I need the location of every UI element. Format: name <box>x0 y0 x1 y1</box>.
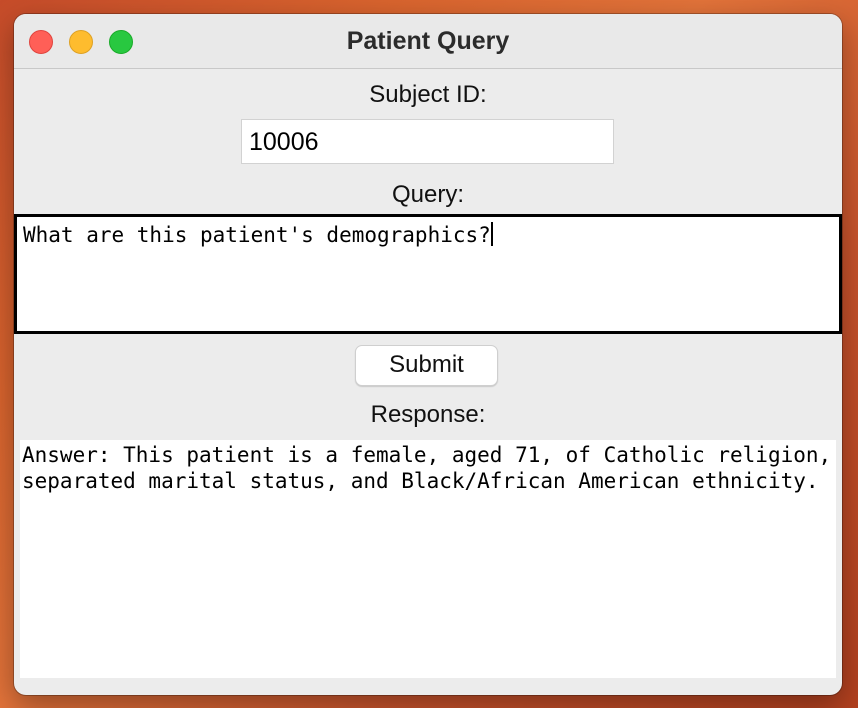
subject-id-label: Subject ID: <box>369 81 487 108</box>
text-caret <box>490 222 493 246</box>
query-textarea[interactable]: What are this patient's demographics? <box>14 214 842 334</box>
query-text: What are this patient's demographics? <box>23 223 491 247</box>
response-label: Response: <box>370 401 486 428</box>
response-textarea[interactable]: Answer: This patient is a female, aged 7… <box>20 440 836 678</box>
app-window: Patient Query Subject ID: 10006 Query: W… <box>14 14 842 695</box>
submit-button[interactable]: Submit <box>355 345 498 386</box>
subject-id-input[interactable]: 10006 <box>241 119 614 164</box>
query-label: Query: <box>391 181 465 208</box>
title-bar[interactable]: Patient Query <box>14 14 842 69</box>
window-title: Patient Query <box>346 27 510 55</box>
